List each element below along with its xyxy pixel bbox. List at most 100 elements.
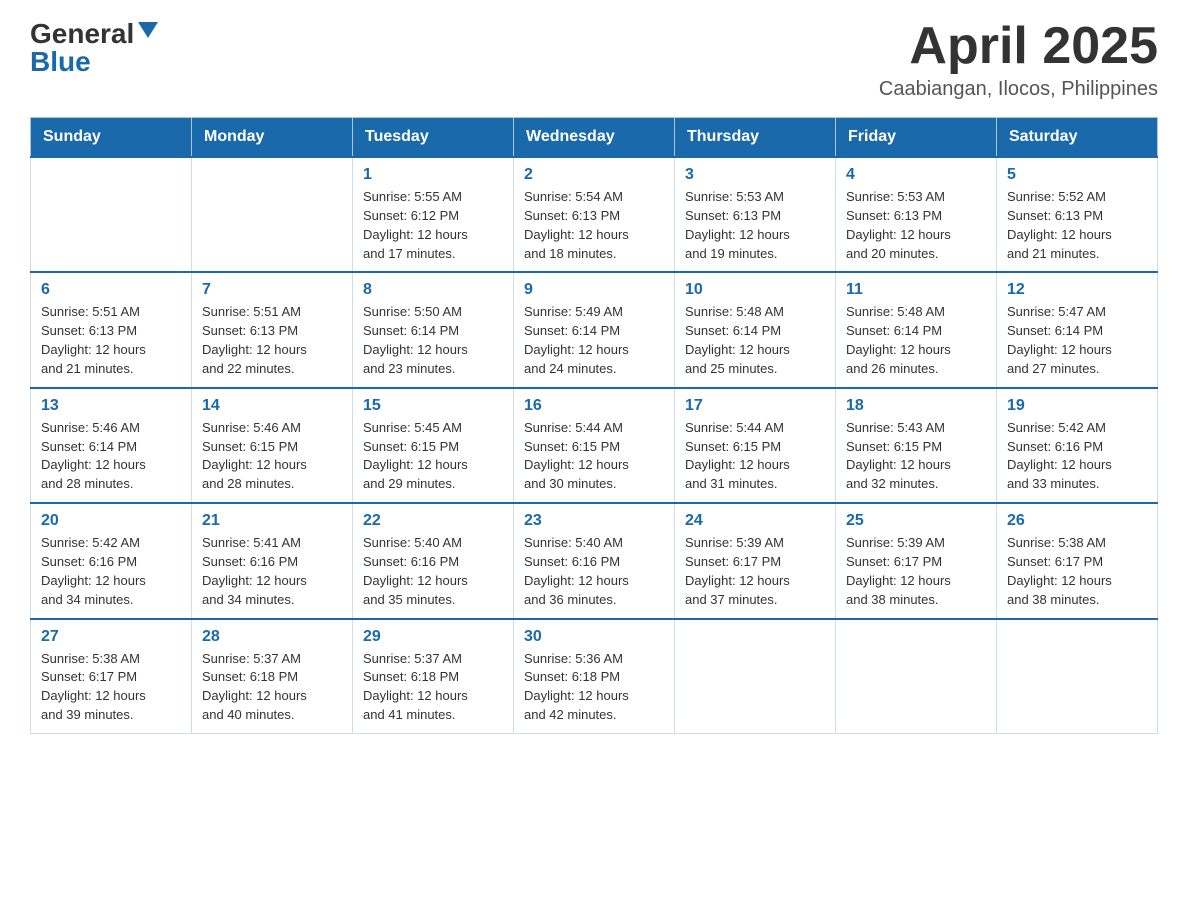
calendar-cell: 1 Sunrise: 5:55 AM Sunset: 6:12 PM Daylig…: [353, 157, 514, 272]
day-info: Sunrise: 5:48 AM Sunset: 6:14 PM Dayligh…: [846, 303, 986, 378]
day-number: 12: [1007, 281, 1147, 299]
day-number: 29: [363, 628, 503, 646]
calendar-cell: 5Sunrise: 5:52 AM Sunset: 6:13 PM Daylig…: [997, 157, 1158, 272]
weekday-header: Tuesday: [353, 118, 514, 158]
calendar-cell: 21 Sunrise: 5:41 AM Sunset: 6:16 PM Dayli…: [192, 503, 353, 618]
day-number: 17: [685, 397, 825, 415]
logo-general: General: [30, 20, 134, 48]
calendar-cell: 11 Sunrise: 5:48 AM Sunset: 6:14 PM Dayli…: [836, 272, 997, 387]
calendar-cell: 9 Sunrise: 5:49 AM Sunset: 6:14 PM Daylig…: [514, 272, 675, 387]
calendar-cell: 26 Sunrise: 5:38 AM Sunset: 6:17 PM Dayli…: [997, 503, 1158, 618]
day-info: Sunrise: 5:46 AM Sunset: 6:14 PM Dayligh…: [41, 419, 181, 494]
calendar-cell: 18 Sunrise: 5:43 AM Sunset: 6:15 PM Dayli…: [836, 388, 997, 503]
day-number: 13: [41, 397, 181, 415]
day-number: 1: [363, 166, 503, 184]
day-number: 15: [363, 397, 503, 415]
day-number: 4: [846, 166, 986, 184]
calendar-cell: 24 Sunrise: 5:39 AM Sunset: 6:17 PM Dayli…: [675, 503, 836, 618]
calendar-cell: [31, 157, 192, 272]
day-info: Sunrise: 5:44 AM Sunset: 6:15 PM Dayligh…: [685, 419, 825, 494]
calendar-cell: 22 Sunrise: 5:40 AM Sunset: 6:16 PM Dayli…: [353, 503, 514, 618]
calendar-cell: 8 Sunrise: 5:50 AM Sunset: 6:14 PM Daylig…: [353, 272, 514, 387]
day-number: 3: [685, 166, 825, 184]
weekday-header: Sunday: [31, 118, 192, 158]
calendar-table: SundayMondayTuesdayWednesdayThursdayFrid…: [30, 117, 1158, 734]
day-info: Sunrise: 5:41 AM Sunset: 6:16 PM Dayligh…: [202, 534, 342, 609]
calendar-cell: 28 Sunrise: 5:37 AM Sunset: 6:18 PM Dayli…: [192, 619, 353, 734]
day-number: 19: [1007, 397, 1147, 415]
calendar-cell: 23Sunrise: 5:40 AM Sunset: 6:16 PM Dayli…: [514, 503, 675, 618]
logo-blue: Blue: [30, 48, 158, 76]
day-number: 24: [685, 512, 825, 530]
day-number: 30: [524, 628, 664, 646]
day-number: 16: [524, 397, 664, 415]
day-number: 22: [363, 512, 503, 530]
day-info: Sunrise: 5:36 AM Sunset: 6:18 PM Dayligh…: [524, 650, 664, 725]
calendar-cell: [192, 157, 353, 272]
day-number: 28: [202, 628, 342, 646]
day-info: Sunrise: 5:43 AM Sunset: 6:15 PM Dayligh…: [846, 419, 986, 494]
calendar-cell: 2Sunrise: 5:54 AM Sunset: 6:13 PM Daylig…: [514, 157, 675, 272]
day-number: 20: [41, 512, 181, 530]
calendar-cell: 16 Sunrise: 5:44 AM Sunset: 6:15 PM Dayli…: [514, 388, 675, 503]
calendar-week-row: 20 Sunrise: 5:42 AM Sunset: 6:16 PM Dayli…: [31, 503, 1158, 618]
day-number: 8: [363, 281, 503, 299]
day-number: 9: [524, 281, 664, 299]
calendar-cell: 10 Sunrise: 5:48 AM Sunset: 6:14 PM Dayli…: [675, 272, 836, 387]
day-info: Sunrise: 5:55 AM Sunset: 6:12 PM Dayligh…: [363, 188, 503, 263]
calendar-cell: 19 Sunrise: 5:42 AM Sunset: 6:16 PM Dayli…: [997, 388, 1158, 503]
weekday-header: Saturday: [997, 118, 1158, 158]
day-number: 21: [202, 512, 342, 530]
calendar-week-row: 27 Sunrise: 5:38 AM Sunset: 6:17 PM Dayli…: [31, 619, 1158, 734]
day-number: 2: [524, 166, 664, 184]
day-info: Sunrise: 5:50 AM Sunset: 6:14 PM Dayligh…: [363, 303, 503, 378]
day-info: Sunrise: 5:47 AM Sunset: 6:14 PM Dayligh…: [1007, 303, 1147, 378]
calendar-cell: 15 Sunrise: 5:45 AM Sunset: 6:15 PM Dayli…: [353, 388, 514, 503]
day-info: Sunrise: 5:53 AM Sunset: 6:13 PM Dayligh…: [846, 188, 986, 263]
calendar-cell: 7 Sunrise: 5:51 AM Sunset: 6:13 PM Daylig…: [192, 272, 353, 387]
day-info: Sunrise: 5:38 AM Sunset: 6:17 PM Dayligh…: [1007, 534, 1147, 609]
calendar-cell: 6Sunrise: 5:51 AM Sunset: 6:13 PM Daylig…: [31, 272, 192, 387]
calendar-week-row: 1 Sunrise: 5:55 AM Sunset: 6:12 PM Daylig…: [31, 157, 1158, 272]
day-info: Sunrise: 5:38 AM Sunset: 6:17 PM Dayligh…: [41, 650, 181, 725]
day-info: Sunrise: 5:49 AM Sunset: 6:14 PM Dayligh…: [524, 303, 664, 378]
calendar-cell: 20 Sunrise: 5:42 AM Sunset: 6:16 PM Dayli…: [31, 503, 192, 618]
weekday-header: Monday: [192, 118, 353, 158]
calendar-cell: 29 Sunrise: 5:37 AM Sunset: 6:18 PM Dayli…: [353, 619, 514, 734]
day-number: 26: [1007, 512, 1147, 530]
day-info: Sunrise: 5:52 AM Sunset: 6:13 PM Dayligh…: [1007, 188, 1147, 263]
day-number: 27: [41, 628, 181, 646]
calendar-cell: 13 Sunrise: 5:46 AM Sunset: 6:14 PM Dayli…: [31, 388, 192, 503]
calendar-cell: [836, 619, 997, 734]
day-number: 11: [846, 281, 986, 299]
day-info: Sunrise: 5:51 AM Sunset: 6:13 PM Dayligh…: [41, 303, 181, 378]
day-number: 18: [846, 397, 986, 415]
day-info: Sunrise: 5:51 AM Sunset: 6:13 PM Dayligh…: [202, 303, 342, 378]
day-number: 10: [685, 281, 825, 299]
day-number: 7: [202, 281, 342, 299]
day-info: Sunrise: 5:44 AM Sunset: 6:15 PM Dayligh…: [524, 419, 664, 494]
logo-triangle-icon: [138, 22, 158, 38]
calendar-cell: 27 Sunrise: 5:38 AM Sunset: 6:17 PM Dayli…: [31, 619, 192, 734]
day-info: Sunrise: 5:48 AM Sunset: 6:14 PM Dayligh…: [685, 303, 825, 378]
weekday-header: Thursday: [675, 118, 836, 158]
day-number: 14: [202, 397, 342, 415]
day-info: Sunrise: 5:40 AM Sunset: 6:16 PM Dayligh…: [524, 534, 664, 609]
day-info: Sunrise: 5:37 AM Sunset: 6:18 PM Dayligh…: [202, 650, 342, 725]
day-info: Sunrise: 5:37 AM Sunset: 6:18 PM Dayligh…: [363, 650, 503, 725]
day-info: Sunrise: 5:45 AM Sunset: 6:15 PM Dayligh…: [363, 419, 503, 494]
page-header: General Blue April 2025 Caabiangan, Iloc…: [30, 20, 1158, 101]
day-info: Sunrise: 5:42 AM Sunset: 6:16 PM Dayligh…: [41, 534, 181, 609]
calendar-cell: [997, 619, 1158, 734]
month-title: April 2025: [879, 20, 1158, 72]
day-number: 25: [846, 512, 986, 530]
location-title: Caabiangan, Ilocos, Philippines: [879, 78, 1158, 101]
day-info: Sunrise: 5:42 AM Sunset: 6:16 PM Dayligh…: [1007, 419, 1147, 494]
day-info: Sunrise: 5:40 AM Sunset: 6:16 PM Dayligh…: [363, 534, 503, 609]
day-info: Sunrise: 5:39 AM Sunset: 6:17 PM Dayligh…: [685, 534, 825, 609]
day-info: Sunrise: 5:53 AM Sunset: 6:13 PM Dayligh…: [685, 188, 825, 263]
day-info: Sunrise: 5:46 AM Sunset: 6:15 PM Dayligh…: [202, 419, 342, 494]
day-info: Sunrise: 5:39 AM Sunset: 6:17 PM Dayligh…: [846, 534, 986, 609]
calendar-cell: 4 Sunrise: 5:53 AM Sunset: 6:13 PM Daylig…: [836, 157, 997, 272]
weekday-header: Friday: [836, 118, 997, 158]
